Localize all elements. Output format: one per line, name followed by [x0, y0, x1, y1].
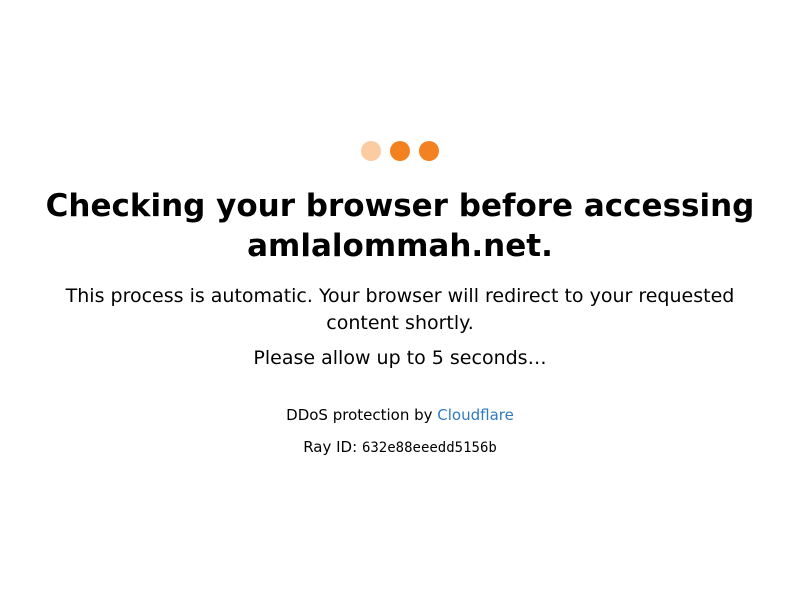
loading-dot-2 — [390, 141, 410, 161]
loading-dot-3 — [419, 141, 439, 161]
page-title: Checking your browser before accessing a… — [0, 186, 800, 266]
loading-dot-1 — [361, 141, 381, 161]
ray-id: Ray ID: 632e88eeedd5156b — [0, 436, 800, 459]
challenge-page: Checking your browser before accessing a… — [0, 0, 800, 600]
page-title-domain: amlalommah.net. — [247, 228, 553, 264]
ddos-protection-label: DDoS protection by — [286, 406, 438, 424]
ray-id-label: Ray ID: — [303, 438, 362, 456]
page-title-line-1: Checking your browser before accessing — [45, 188, 755, 224]
cloudflare-link[interactable]: Cloudflare — [437, 406, 514, 424]
loading-indicator — [0, 141, 800, 161]
process-message: This process is automatic. Your browser … — [65, 285, 735, 334]
wait-message: Please allow up to 5 seconds… — [253, 347, 547, 369]
ddos-protection-credit: DDoS protection by Cloudflare — [0, 404, 800, 426]
ray-id-value: 632e88eeedd5156b — [361, 440, 497, 456]
